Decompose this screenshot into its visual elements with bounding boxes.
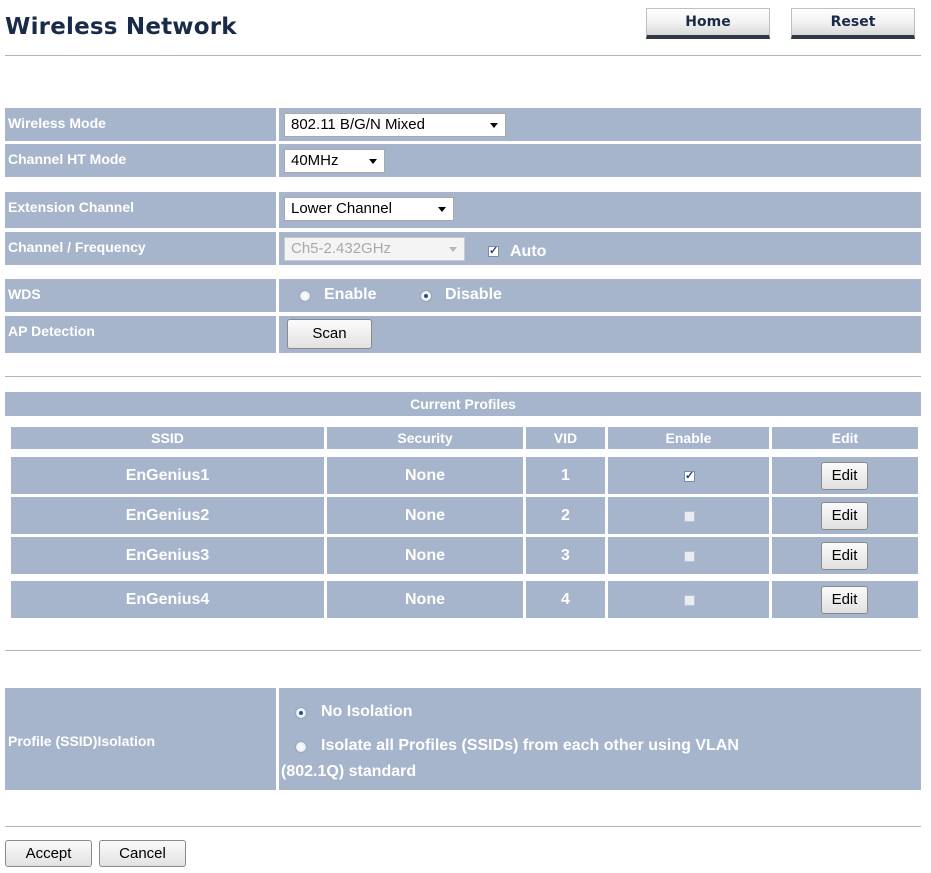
column-header-edit: Edit [772, 427, 918, 449]
table-row-vid: 1 [526, 457, 605, 494]
table-row-ssid: EnGenius2 [11, 497, 324, 534]
wireless-mode-select[interactable]: 802.11 B/G/N Mixed [284, 113, 506, 137]
table-row-ssid: EnGenius1 [11, 457, 324, 494]
profile-enable-checkbox[interactable]: ✓ [684, 471, 695, 482]
current-profiles-heading: Current Profiles [5, 392, 921, 416]
profile-enable-checkbox[interactable] [684, 595, 695, 606]
table-row-enable-cell: ✓ [608, 457, 769, 494]
reset-button[interactable]: Reset [791, 8, 915, 39]
home-button[interactable]: Home [646, 8, 770, 39]
no-isolation-label: No Isolation [321, 703, 413, 720]
profile-enable-checkbox[interactable] [684, 511, 695, 522]
extension-channel-cell: Lower Channel [279, 192, 921, 228]
no-isolation-radio[interactable] [295, 707, 307, 719]
table-row-security: None [327, 457, 523, 494]
ap-detection-cell: Scan [279, 316, 921, 353]
settings-divider [5, 376, 921, 377]
accept-button[interactable]: Accept [5, 840, 92, 867]
wireless-mode-value: 802.11 B/G/N Mixed [291, 116, 425, 133]
footer-divider [5, 826, 921, 827]
extension-channel-value: Lower Channel [291, 200, 392, 217]
channel-ht-mode-cell: 40MHz [279, 144, 921, 177]
wds-enable-radio[interactable] [299, 290, 311, 302]
channel-frequency-cell: Ch5-2.432GHz ✓ Auto [279, 232, 921, 265]
column-header-security: Security [327, 427, 523, 449]
channel-frequency-select[interactable]: Ch5-2.432GHz [284, 237, 465, 261]
edit-button[interactable]: Edit [821, 586, 868, 614]
table-row-ssid: EnGenius4 [11, 581, 324, 618]
cancel-button[interactable]: Cancel [99, 840, 186, 867]
edit-button[interactable]: Edit [821, 502, 868, 530]
profile-isolation-cell: No Isolation Isolate all Profiles (SSIDs… [279, 688, 921, 790]
page-title: Wireless Network [5, 14, 237, 40]
table-row-vid: 3 [526, 537, 605, 574]
table-row-ssid: EnGenius3 [11, 537, 324, 574]
table-row-enable-cell [608, 581, 769, 618]
vlan-isolation-radio[interactable] [295, 741, 307, 753]
extension-channel-select[interactable]: Lower Channel [284, 197, 454, 221]
channel-ht-mode-label: Channel HT Mode [5, 144, 276, 177]
table-row-enable-cell [608, 537, 769, 574]
wds-cell: Enable Disable [279, 279, 921, 312]
table-row-security: None [327, 537, 523, 574]
profiles-divider [5, 650, 921, 651]
table-row-edit-cell: Edit [772, 537, 918, 574]
chevron-down-icon [369, 159, 377, 164]
edit-button[interactable]: Edit [821, 462, 868, 490]
scan-button[interactable]: Scan [287, 319, 372, 349]
table-row-edit-cell: Edit [772, 497, 918, 534]
table-row-enable-cell [608, 497, 769, 534]
column-header-ssid: SSID [11, 427, 324, 449]
wireless-mode-cell: 802.11 B/G/N Mixed [279, 108, 921, 141]
column-header-vid: VID [526, 427, 605, 449]
wds-disable-label: Disable [445, 286, 502, 303]
table-row-vid: 2 [526, 497, 605, 534]
channel-frequency-label: Channel / Frequency [5, 232, 276, 265]
table-row-security: None [327, 581, 523, 618]
ap-detection-label: AP Detection [5, 316, 276, 353]
wds-disable-radio[interactable] [420, 290, 432, 302]
table-row-security: None [327, 497, 523, 534]
table-row-edit-cell: Edit [772, 457, 918, 494]
channel-ht-mode-select[interactable]: 40MHz [284, 149, 385, 173]
column-header-enable: Enable [608, 427, 769, 449]
chevron-down-icon [490, 123, 498, 128]
chevron-down-icon [438, 207, 446, 212]
edit-button[interactable]: Edit [821, 542, 868, 570]
profile-isolation-label: Profile (SSID)Isolation [5, 688, 276, 790]
wds-enable-label: Enable [324, 286, 377, 303]
chevron-down-icon [449, 247, 457, 252]
header-divider [5, 55, 921, 56]
table-row-edit-cell: Edit [772, 581, 918, 618]
table-row-vid: 4 [526, 581, 605, 618]
channel-frequency-value: Ch5-2.432GHz [291, 240, 392, 257]
channel-ht-mode-value: 40MHz [291, 152, 339, 169]
auto-label: Auto [510, 243, 547, 260]
auto-checkbox[interactable]: ✓ [488, 246, 499, 257]
vlan-isolation-label-line1: Isolate all Profiles (SSIDs) from each o… [321, 737, 739, 754]
wds-label: WDS [5, 279, 276, 312]
vlan-isolation-label-line2: (802.1Q) standard [281, 763, 417, 780]
profile-enable-checkbox[interactable] [684, 551, 695, 562]
wireless-mode-label: Wireless Mode [5, 108, 276, 141]
extension-channel-label: Extension Channel [5, 192, 276, 228]
